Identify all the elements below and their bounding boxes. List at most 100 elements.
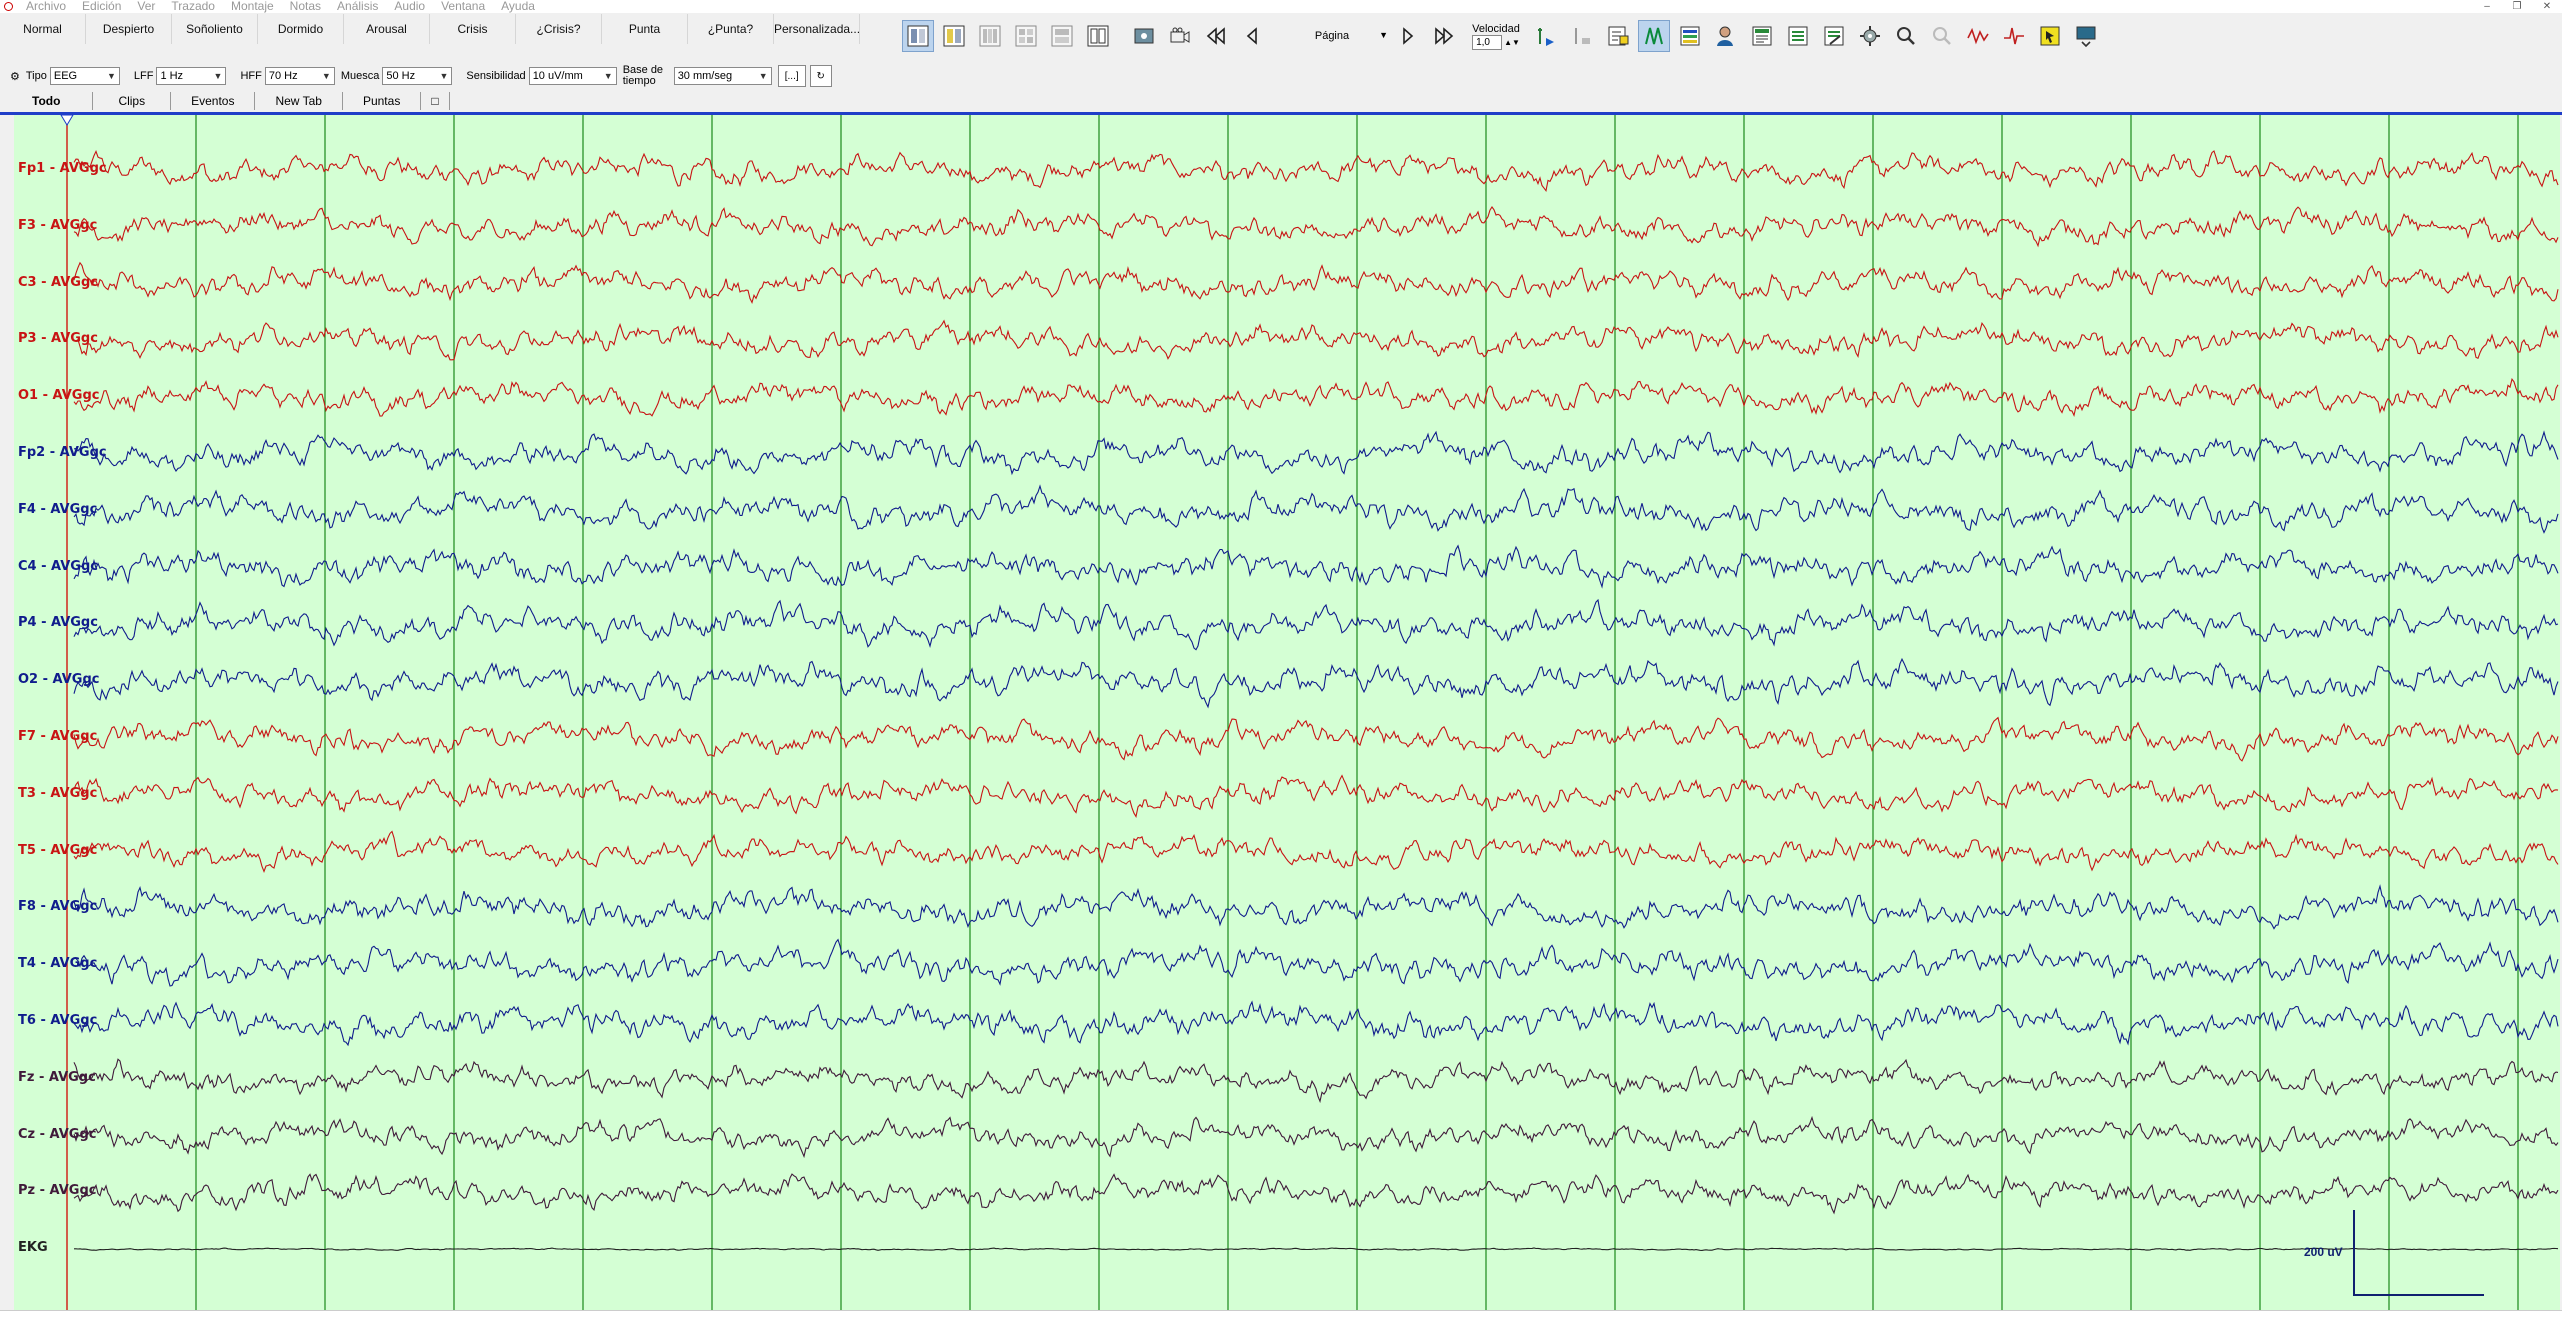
report-edit-icon[interactable] bbox=[1818, 20, 1850, 52]
bracket-button[interactable]: [...] bbox=[777, 65, 806, 87]
preset-punta-button[interactable]: Punta bbox=[602, 14, 688, 44]
channel-label[interactable]: C4 - AVGgc bbox=[18, 559, 98, 574]
channel-label[interactable]: Fp2 - AVGgc bbox=[18, 445, 107, 460]
preset-dormido-button[interactable]: Dormido bbox=[258, 14, 344, 44]
preset-sonoliento-button[interactable]: Soñoliento bbox=[172, 14, 258, 44]
tab-new-tab[interactable]: New Tab bbox=[255, 92, 343, 110]
channel-label[interactable]: O1 - AVGgc bbox=[18, 388, 99, 403]
report-icon[interactable] bbox=[1746, 20, 1778, 52]
spike-icon[interactable] bbox=[1998, 20, 2030, 52]
channel-label[interactable]: P4 - AVGgc bbox=[18, 615, 98, 630]
window-controls: – ❐ ✕ bbox=[2472, 0, 2562, 13]
channel-label[interactable]: Fp1 - AVGgc bbox=[18, 161, 107, 176]
minimize-icon[interactable]: – bbox=[2472, 0, 2502, 13]
preset-punta-q-button[interactable]: ¿Punta? bbox=[688, 14, 774, 44]
notes-icon[interactable] bbox=[1602, 20, 1634, 52]
eeg-trace bbox=[73, 544, 2559, 589]
channel-label[interactable]: F3 - AVGgc bbox=[18, 218, 97, 233]
tipo-value: EEG bbox=[53, 70, 78, 82]
preset-normal-button[interactable]: Normal bbox=[0, 14, 86, 44]
menu-trazado[interactable]: Trazado bbox=[163, 0, 223, 13]
settings-icon[interactable] bbox=[1854, 20, 1886, 52]
base-select[interactable]: 30 mm/seg ▼ bbox=[673, 67, 772, 85]
last-page-icon[interactable] bbox=[1428, 20, 1460, 52]
display-icon[interactable] bbox=[2070, 20, 2102, 52]
zoom-disabled-icon[interactable] bbox=[1926, 20, 1958, 52]
muesca-label: Muesca bbox=[340, 70, 380, 82]
preset-personalizada-button[interactable]: Personalizada... bbox=[774, 14, 860, 44]
eeg-trace bbox=[73, 938, 2559, 987]
patient-icon[interactable] bbox=[1710, 20, 1742, 52]
tipo-label: Tipo bbox=[25, 70, 47, 82]
channel-label[interactable]: Cz - AVGgc bbox=[18, 1127, 96, 1142]
montage-icon[interactable] bbox=[1638, 20, 1670, 52]
preset-crisis-q-button[interactable]: ¿Crisis? bbox=[516, 14, 602, 44]
spinner-icon[interactable]: ▲▼ bbox=[1504, 38, 1520, 47]
velocidad-input[interactable]: 1,0 bbox=[1472, 34, 1503, 50]
camera-icon[interactable] bbox=[1164, 20, 1196, 52]
refresh-icon[interactable]: ↻ bbox=[809, 65, 832, 87]
prev-page-icon[interactable] bbox=[1236, 20, 1268, 52]
tab-eventos[interactable]: Eventos bbox=[171, 92, 256, 110]
restore-icon[interactable]: ❐ bbox=[2502, 0, 2532, 13]
record-icon[interactable] bbox=[1128, 20, 1160, 52]
cursor-handle-icon[interactable] bbox=[60, 115, 74, 126]
layout-book-icon[interactable] bbox=[1082, 20, 1114, 52]
marker-gray-icon[interactable] bbox=[1566, 20, 1598, 52]
play-marker-icon[interactable] bbox=[1530, 20, 1562, 52]
sens-label: Sensibilidad bbox=[466, 70, 526, 82]
eeg-trace-area[interactable]: Fp1 - AVGgc F3 - AVGgc C3 - AVGgc P3 - AVGg… bbox=[14, 115, 2560, 1310]
channel-label[interactable]: T3 - AVGgc bbox=[18, 786, 97, 801]
gear-icon[interactable]: ⚙ bbox=[10, 70, 20, 83]
hff-select[interactable]: 70 Hz ▼ bbox=[264, 67, 335, 85]
channel-label[interactable]: C3 - AVGgc bbox=[18, 275, 98, 290]
channel-label[interactable]: T5 - AVGgc bbox=[18, 843, 97, 858]
first-page-icon[interactable] bbox=[1200, 20, 1232, 52]
layout-double-icon[interactable] bbox=[938, 20, 970, 52]
preset-despierto-button[interactable]: Despierto bbox=[86, 14, 172, 44]
channel-label[interactable]: P3 - AVGgc bbox=[18, 331, 98, 346]
menu-archivo[interactable]: Archivo bbox=[18, 0, 74, 13]
menu-audio[interactable]: Audio bbox=[386, 0, 433, 13]
menu-notas[interactable]: Notas bbox=[282, 0, 329, 13]
channel-label[interactable]: O2 - AVGgc bbox=[18, 672, 99, 687]
page-selector[interactable]: Página ▼ bbox=[1272, 30, 1392, 42]
tipo-select[interactable]: EEG ▼ bbox=[49, 67, 120, 85]
menu-ventana[interactable]: Ventana bbox=[433, 0, 493, 13]
preset-crisis-button[interactable]: Crisis bbox=[430, 14, 516, 44]
waveform-icon[interactable] bbox=[1962, 20, 1994, 52]
menu-montaje[interactable]: Montaje bbox=[223, 0, 282, 13]
layout-split-icon[interactable] bbox=[1046, 20, 1078, 52]
channel-label[interactable]: F4 - AVGgc bbox=[18, 502, 97, 517]
channel-label[interactable]: Pz - AVGgc bbox=[18, 1183, 96, 1198]
layout-triple-icon[interactable] bbox=[974, 20, 1006, 52]
layout-quad-icon[interactable] bbox=[1010, 20, 1042, 52]
add-tab-icon[interactable]: □ bbox=[421, 92, 450, 110]
menu-edicion[interactable]: Edición bbox=[74, 0, 129, 13]
list-icon[interactable] bbox=[1782, 20, 1814, 52]
preset-arousal-button[interactable]: Arousal bbox=[344, 14, 430, 44]
close-icon[interactable]: ✕ bbox=[2532, 0, 2562, 13]
menu-ver[interactable]: Ver bbox=[129, 0, 163, 13]
tab-puntas[interactable]: Puntas bbox=[343, 92, 422, 110]
channel-label[interactable]: F7 - AVGgc bbox=[18, 729, 97, 744]
next-page-icon[interactable] bbox=[1392, 20, 1424, 52]
channel-label[interactable]: T6 - AVGgc bbox=[18, 1013, 97, 1028]
tab-todo[interactable]: Todo bbox=[0, 92, 94, 110]
muesca-select[interactable]: 50 Hz ▼ bbox=[382, 67, 453, 85]
eeg-trace bbox=[73, 430, 2559, 476]
layout-single-icon[interactable] bbox=[902, 20, 934, 52]
channel-label[interactable]: Fz - AVGgc bbox=[18, 1070, 96, 1085]
cursor-tool-icon[interactable] bbox=[2034, 20, 2066, 52]
settings-row: ⚙ Tipo EEG ▼ LFF 1 Hz ▼ HFF 70 Hz ▼ Muesca … bbox=[0, 62, 900, 90]
menu-ayuda[interactable]: Ayuda bbox=[493, 0, 543, 13]
sens-select[interactable]: 10 uV/mm ▼ bbox=[528, 67, 617, 85]
tab-clips[interactable]: Clips bbox=[93, 92, 172, 110]
channel-label[interactable]: T4 - AVGgc bbox=[18, 956, 97, 971]
menu-analisis[interactable]: Análisis bbox=[329, 0, 386, 13]
zoom-icon[interactable] bbox=[1890, 20, 1922, 52]
spectrum-icon[interactable] bbox=[1674, 20, 1706, 52]
channel-label[interactable]: EKG bbox=[18, 1240, 48, 1255]
channel-label[interactable]: F8 - AVGgc bbox=[18, 899, 97, 914]
lff-select[interactable]: 1 Hz ▼ bbox=[156, 67, 227, 85]
